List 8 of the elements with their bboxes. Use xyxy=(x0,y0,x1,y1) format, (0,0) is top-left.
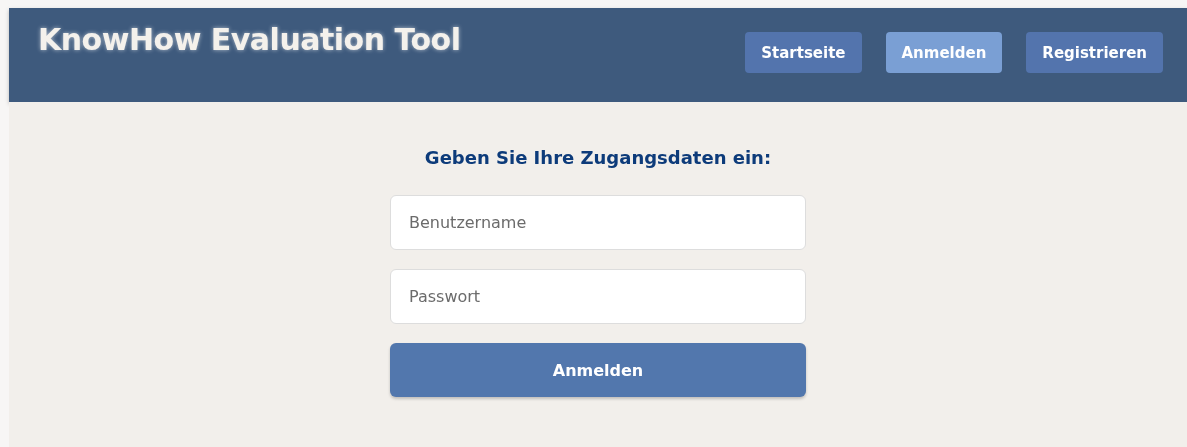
input-field[interactable]: Benutzername xyxy=(390,195,806,250)
nav-button[interactable]: Startseite xyxy=(745,32,862,73)
form-heading: Geben Sie Ihre Zugangsdaten ein: xyxy=(424,147,772,168)
app-title: KnowHow Evaluation Tool xyxy=(38,22,461,57)
nav-button[interactable]: Anmelden xyxy=(885,32,1003,73)
nav-button[interactable]: Registrieren xyxy=(1026,32,1163,73)
input-field[interactable]: Passwort xyxy=(390,269,806,324)
login-button[interactable]: Anmelden xyxy=(390,343,806,397)
